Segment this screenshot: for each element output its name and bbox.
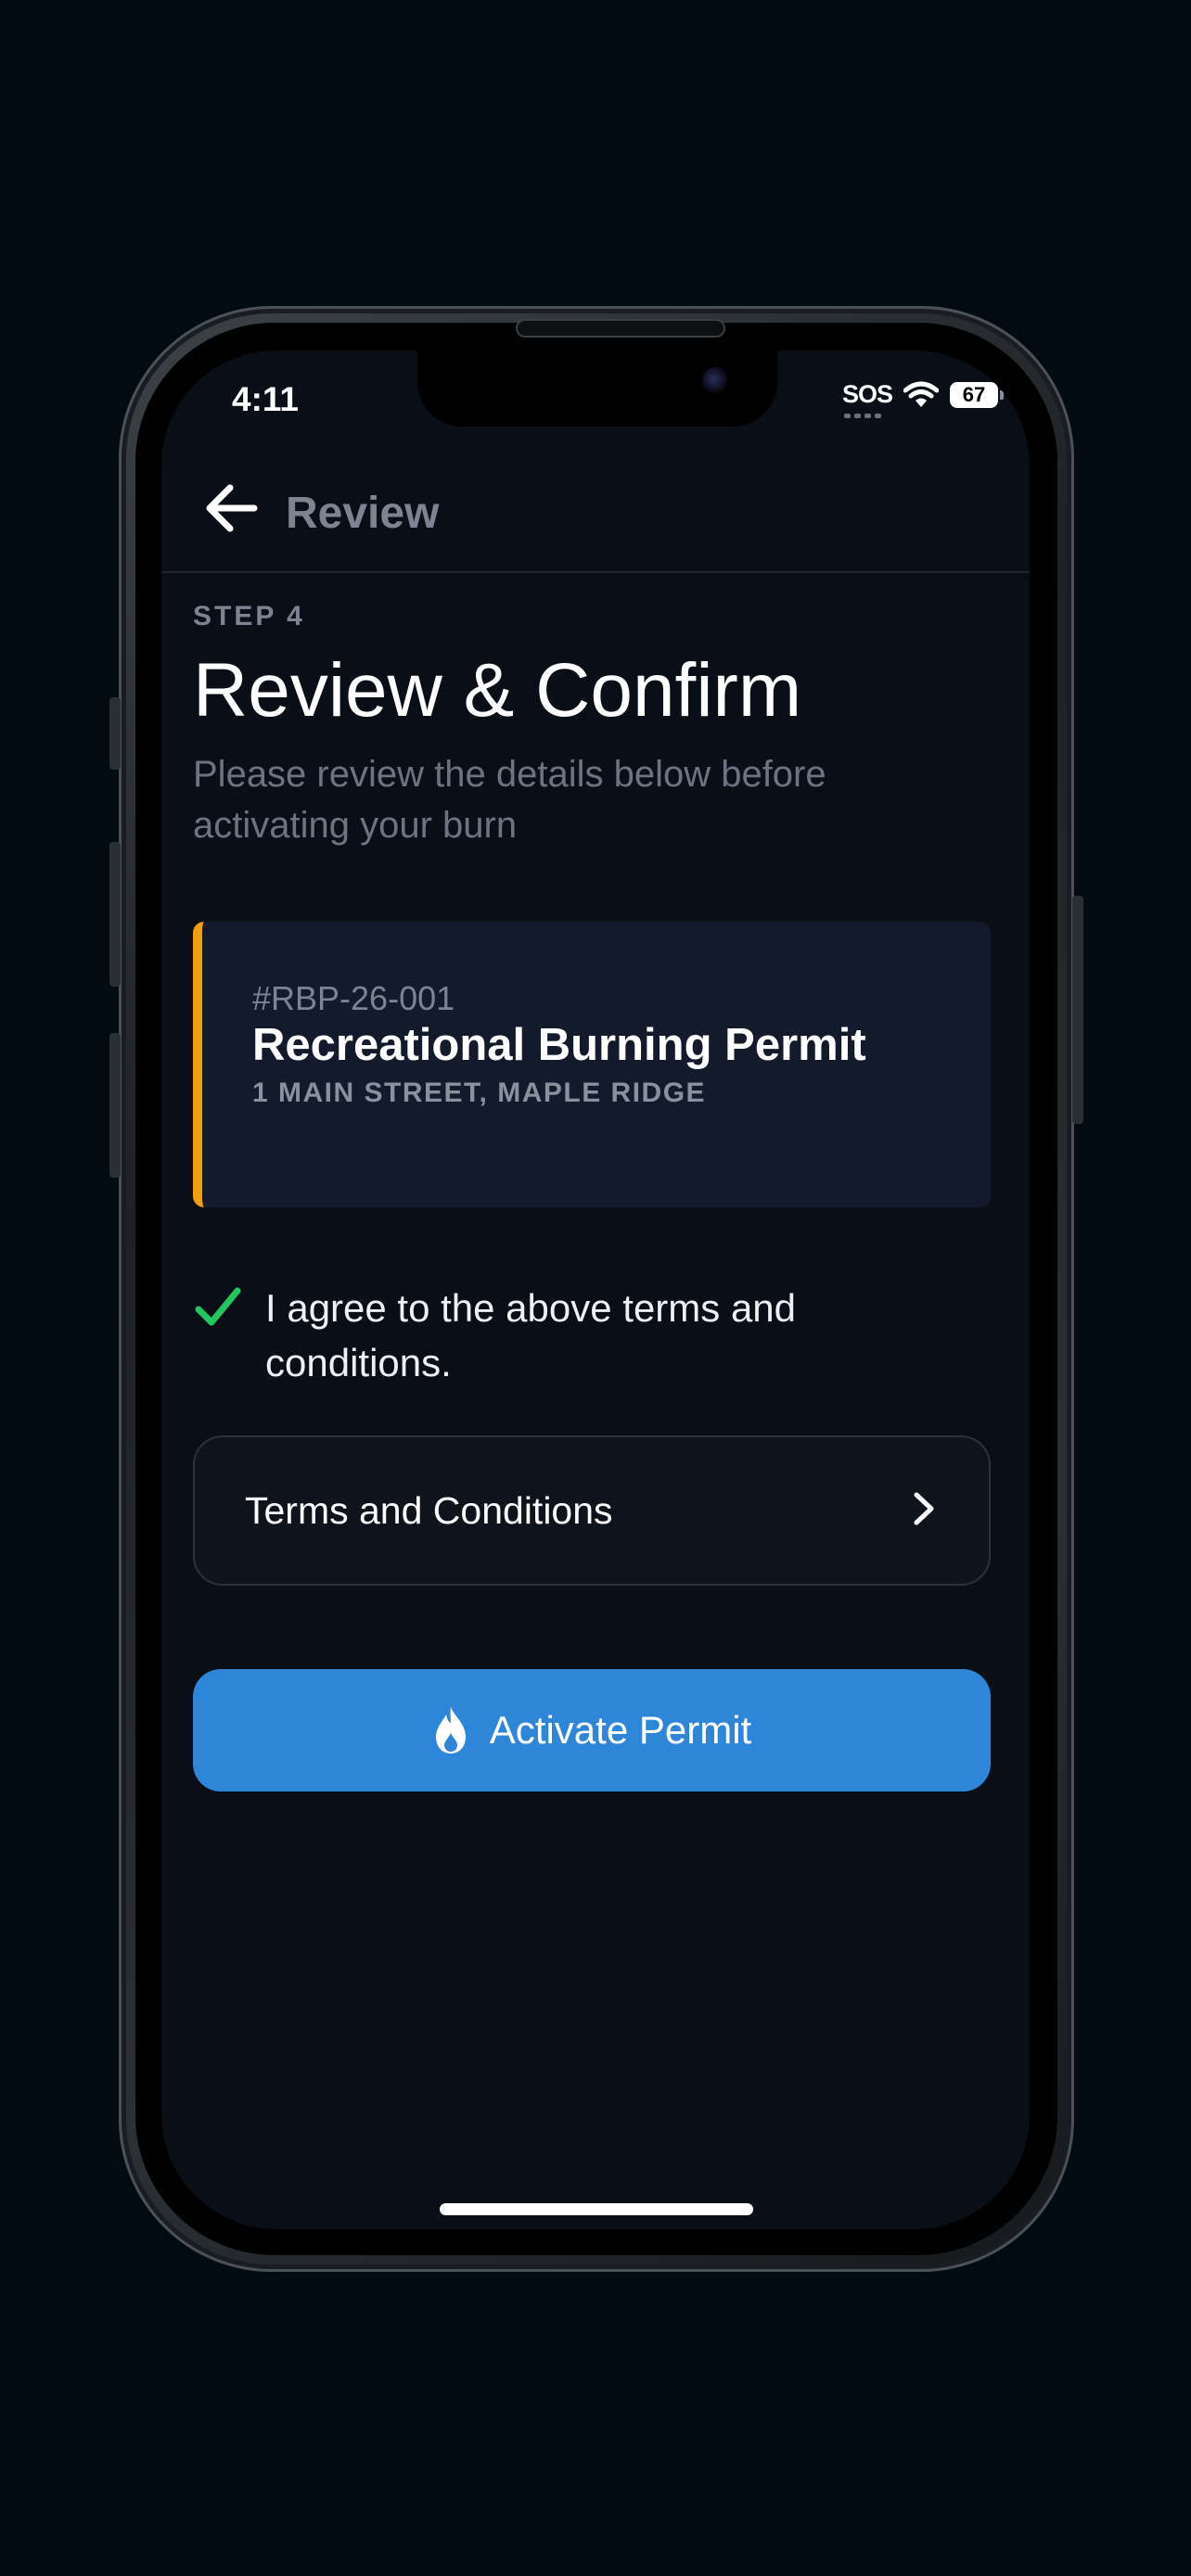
- volume-up-button: [109, 842, 121, 987]
- status-icons: SOS 67: [841, 380, 1004, 418]
- nav-title: Review: [286, 489, 440, 538]
- screen: 4:11 SOS 67 Review STEP 4 Review & Confi…: [161, 351, 1030, 2229]
- front-camera: [702, 367, 728, 393]
- chevron-right-icon: [914, 1492, 934, 1525]
- action-button: [109, 697, 121, 770]
- power-button: [1072, 896, 1083, 1124]
- checkmark-icon[interactable]: [195, 1285, 241, 1332]
- home-indicator[interactable]: [440, 2203, 753, 2215]
- battery-level: 67: [962, 382, 986, 406]
- dynamic-notch: [417, 351, 777, 427]
- battery-icon: 67: [950, 381, 1004, 408]
- permit-card: #RBP-26-001 Recreational Burning Permit …: [193, 922, 991, 1207]
- page-title: Review & Confirm: [193, 648, 802, 733]
- activate-permit-button[interactable]: Activate Permit: [193, 1669, 991, 1792]
- flame-icon: [435, 1707, 466, 1753]
- permit-title: Recreational Burning Permit: [252, 1020, 866, 1070]
- page-subtitle: Please review the details below before a…: [193, 754, 826, 847]
- volume-down-button: [109, 1033, 121, 1178]
- status-time: 4:11: [232, 380, 300, 418]
- wifi-icon: [903, 381, 939, 407]
- top-speaker: [516, 319, 725, 338]
- back-arrow-icon[interactable]: [202, 480, 262, 536]
- activate-label: Activate Permit: [489, 1708, 752, 1752]
- cellular-status: SOS: [841, 380, 893, 418]
- permit-address: 1 MAIN STREET, MAPLE RIDGE: [252, 1078, 707, 1108]
- navigation-bar: Review: [161, 453, 1030, 573]
- permit-number: #RBP-26-001: [252, 979, 455, 1017]
- terms-label: Terms and Conditions: [245, 1489, 613, 1532]
- main-content: STEP 4 Review & Confirm Please review th…: [193, 601, 992, 1792]
- signal-dots: [843, 414, 881, 418]
- agreement-text: I agree to the above terms and condition…: [265, 1286, 797, 1384]
- step-label: STEP 4: [193, 601, 305, 631]
- sos-label: SOS: [841, 380, 893, 408]
- terms-and-conditions-row[interactable]: Terms and Conditions: [193, 1435, 991, 1586]
